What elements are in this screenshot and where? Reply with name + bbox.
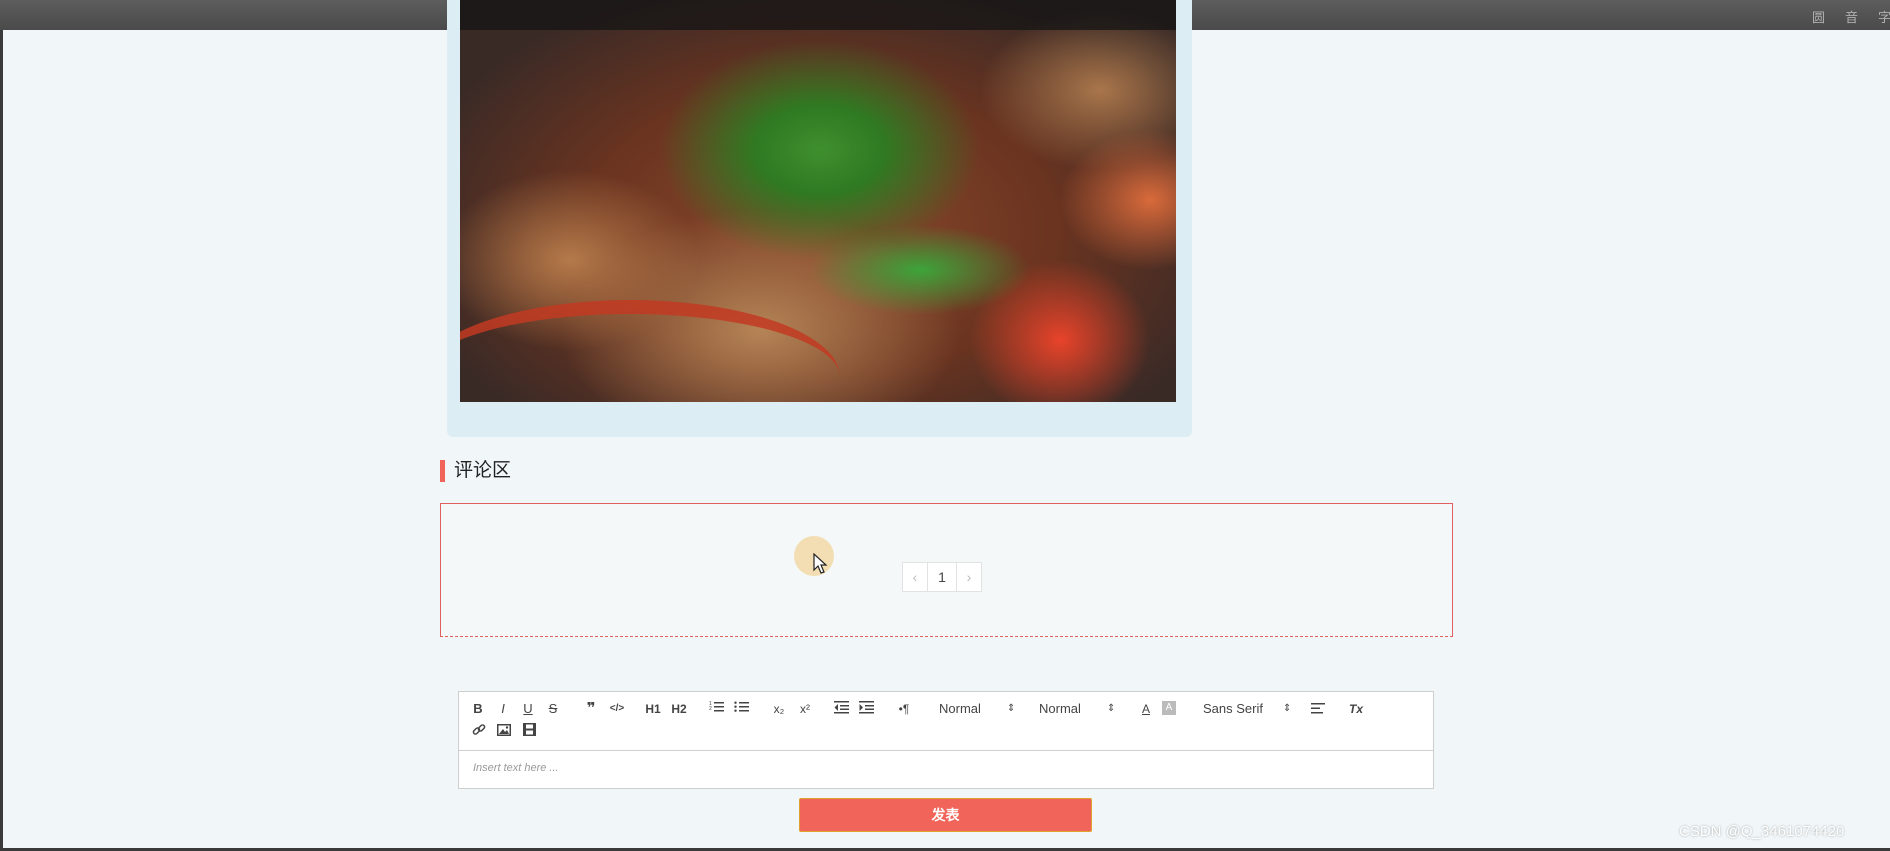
- superscript-button[interactable]: x²: [797, 700, 813, 718]
- rich-text-editor: B I U S ❞ </> H1 H2 12 x₂ x² •¶ Normal ⇕…: [458, 691, 1434, 789]
- strike-button[interactable]: S: [546, 700, 560, 718]
- watermark: CSDN @Q_3461074420: [1679, 823, 1845, 840]
- font-picker-label: Sans Serif: [1203, 701, 1263, 716]
- subscript-button[interactable]: x₂: [771, 700, 787, 718]
- bullet-list-icon[interactable]: [734, 700, 750, 718]
- background-color-button[interactable]: A: [1162, 701, 1176, 715]
- submit-comment-button[interactable]: 发表: [799, 798, 1092, 832]
- chevron-updown-icon: ⇕: [1107, 703, 1116, 714]
- h2-button[interactable]: H2: [670, 700, 688, 718]
- editor-input[interactable]: Insert text here ...: [473, 762, 559, 774]
- svg-text:2: 2: [709, 706, 712, 712]
- align-icon[interactable]: [1311, 702, 1327, 720]
- chevron-updown-icon: ⇕: [1283, 703, 1292, 714]
- pagination-prev-button[interactable]: ‹: [902, 562, 928, 592]
- italic-button[interactable]: I: [496, 700, 510, 718]
- bold-button[interactable]: B: [471, 700, 485, 718]
- mouse-cursor-icon: [813, 553, 828, 574]
- top-bar-item-2[interactable]: 音: [1845, 7, 1858, 26]
- ordered-list-icon[interactable]: 12: [709, 700, 725, 718]
- chevron-updown-icon: ⇕: [1007, 703, 1016, 714]
- pagination: ‹ 1 ›: [902, 562, 982, 592]
- rtl-button[interactable]: •¶: [896, 700, 912, 718]
- food-photo-image: [460, 0, 1176, 402]
- h1-button[interactable]: H1: [644, 700, 662, 718]
- header-picker-label: Normal: [1039, 701, 1081, 716]
- comment-list: ‹ 1 ›: [440, 503, 1453, 637]
- header-picker[interactable]: Normal ⇕: [1039, 700, 1123, 718]
- underline-button[interactable]: U: [521, 700, 535, 718]
- size-picker-label: Normal: [939, 701, 981, 716]
- image-top-shade: [460, 0, 1176, 30]
- font-picker[interactable]: Sans Serif ⇕: [1203, 700, 1293, 718]
- pagination-next-button[interactable]: ›: [956, 562, 982, 592]
- window-left-edge: [0, 30, 3, 851]
- code-button[interactable]: </>: [608, 700, 626, 718]
- image-icon[interactable]: [496, 723, 512, 741]
- pagination-page-1[interactable]: 1: [927, 562, 957, 592]
- comments-section-title: 评论区: [440, 460, 511, 482]
- link-icon[interactable]: [471, 723, 487, 741]
- video-icon[interactable]: [521, 723, 537, 741]
- image-card: [447, 0, 1192, 437]
- top-bar-item-3[interactable]: 字: [1878, 7, 1890, 26]
- blockquote-button[interactable]: ❞: [583, 700, 599, 718]
- size-picker[interactable]: Normal ⇕: [939, 700, 1023, 718]
- pan-rim: [460, 300, 840, 402]
- editor-toolbar: B I U S ❞ </> H1 H2 12 x₂ x² •¶ Normal ⇕…: [459, 692, 1433, 751]
- text-color-button[interactable]: A: [1139, 700, 1153, 718]
- clean-format-button[interactable]: Tx: [1347, 700, 1365, 718]
- indent-icon[interactable]: [859, 700, 875, 718]
- outdent-icon[interactable]: [834, 700, 850, 718]
- top-bar-item-1[interactable]: 圆: [1812, 7, 1825, 26]
